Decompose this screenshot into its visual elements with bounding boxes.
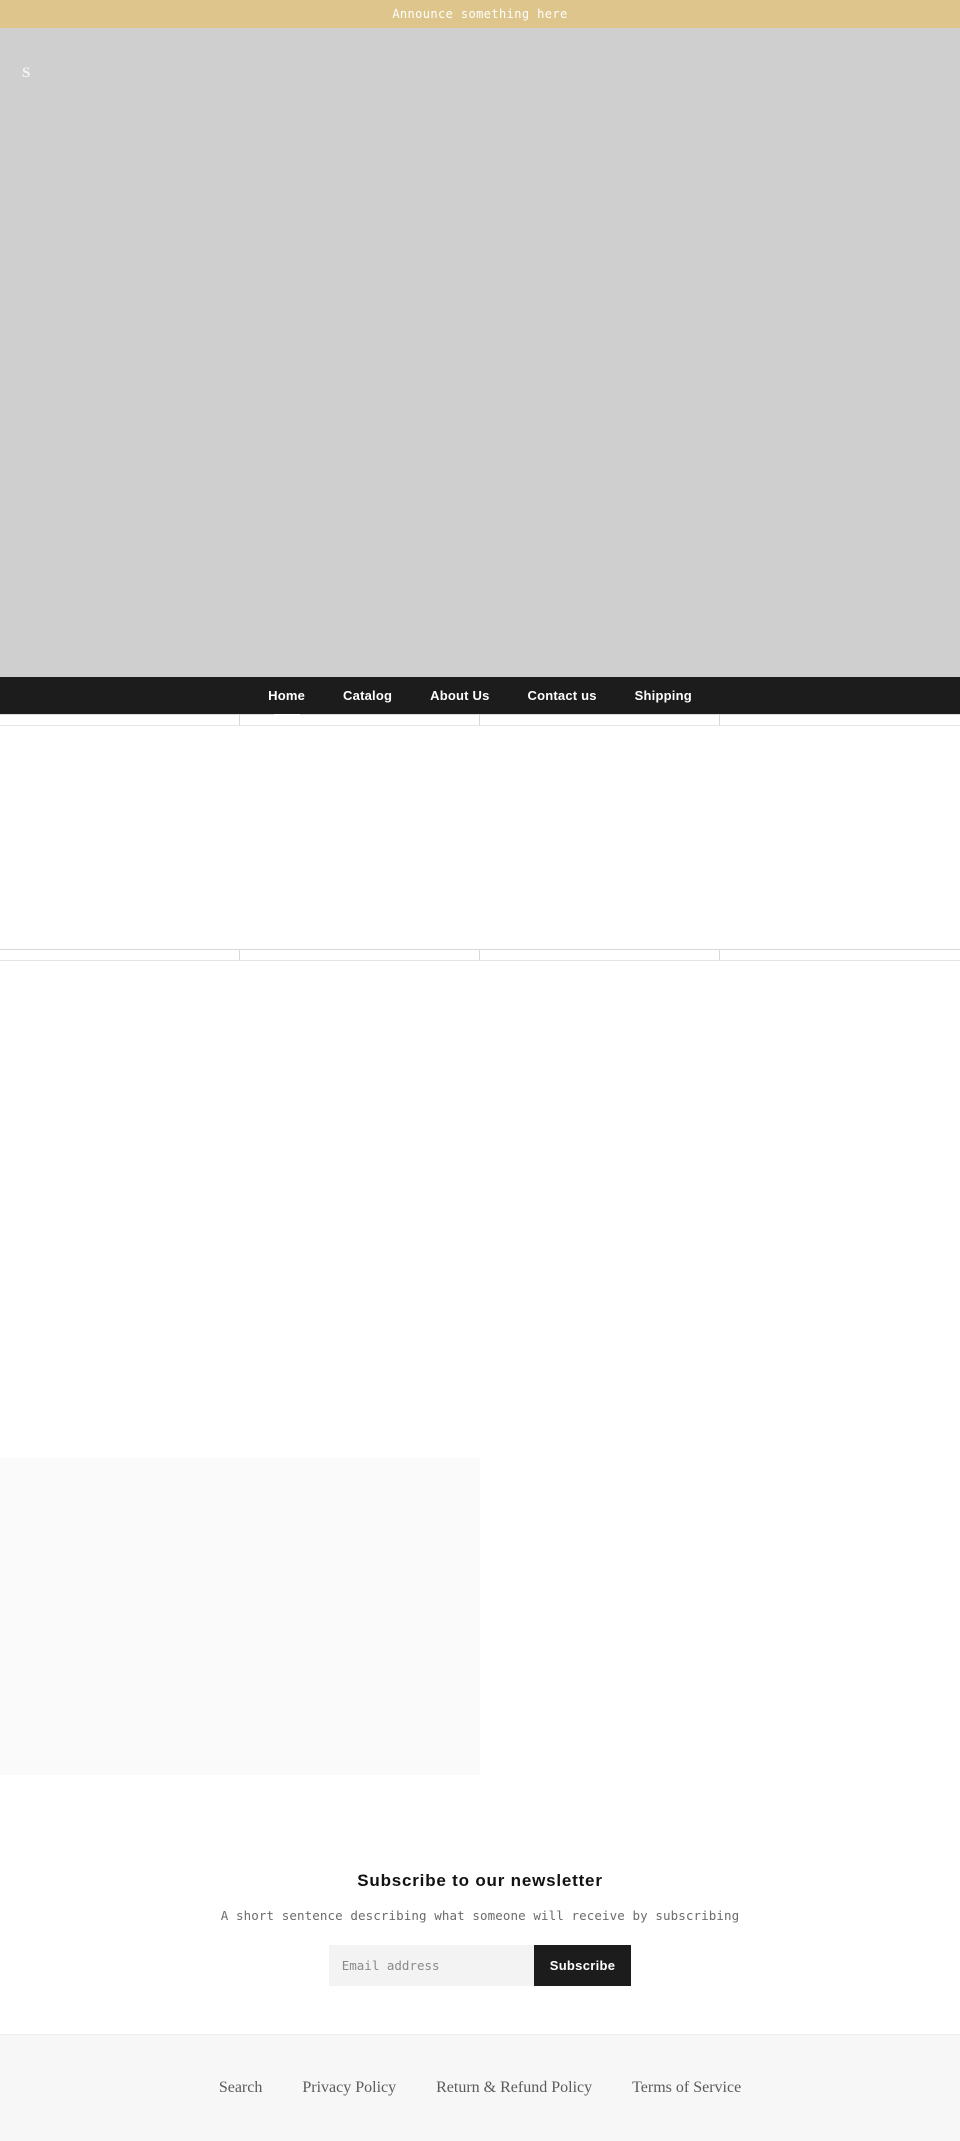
newsletter-form: Subscribe bbox=[0, 1945, 960, 1986]
newsletter-heading: Subscribe to our newsletter bbox=[357, 1871, 603, 1890]
feature-image-block bbox=[0, 1458, 480, 1775]
site-footer: Search Privacy Policy Return & Refund Po… bbox=[0, 2034, 960, 2141]
footer-link-return-refund-policy[interactable]: Return & Refund Policy bbox=[416, 2079, 612, 2097]
footer-link-terms-of-service[interactable]: Terms of Service bbox=[612, 2079, 761, 2097]
announcement-bar: Announce something here bbox=[0, 0, 960, 28]
footer-link-search[interactable]: Search bbox=[199, 2079, 283, 2097]
product-card[interactable] bbox=[0, 715, 240, 725]
product-card[interactable] bbox=[0, 950, 240, 960]
newsletter-description: A short sentence describing what someone… bbox=[220, 1908, 740, 1923]
product-card[interactable] bbox=[480, 715, 720, 725]
nav-links: Home Catalog About Us Contact us Shippin… bbox=[249, 677, 711, 714]
product-card[interactable] bbox=[720, 950, 960, 960]
main-navigation: Home Catalog About Us Contact us Shippin… bbox=[0, 677, 960, 714]
email-input[interactable] bbox=[328, 1945, 534, 1986]
newsletter-section: Subscribe to our newsletter A short sent… bbox=[0, 1829, 960, 2034]
nav-item-about-us[interactable]: About Us bbox=[411, 677, 508, 714]
collection-grid-top bbox=[0, 714, 960, 726]
feature-spacer bbox=[0, 1775, 960, 1829]
nav-item-shipping[interactable]: Shipping bbox=[616, 677, 711, 714]
store-logo[interactable]: S bbox=[22, 66, 30, 81]
announcement-text: Announce something here bbox=[392, 7, 568, 21]
collection-grid-top-body bbox=[0, 726, 960, 949]
nav-item-contact-us[interactable]: Contact us bbox=[509, 677, 616, 714]
product-card[interactable] bbox=[240, 950, 480, 960]
hero-banner: S bbox=[0, 28, 960, 677]
subscribe-button[interactable]: Subscribe bbox=[533, 1945, 632, 1986]
product-card[interactable] bbox=[480, 950, 720, 960]
nav-item-catalog[interactable]: Catalog bbox=[324, 677, 411, 714]
collection-grid-bottom-body bbox=[0, 961, 960, 1458]
footer-link-privacy-policy[interactable]: Privacy Policy bbox=[282, 2079, 416, 2097]
footer-links: Search Privacy Policy Return & Refund Po… bbox=[199, 2079, 761, 2097]
collection-grid-bottom bbox=[0, 949, 960, 961]
product-card[interactable] bbox=[720, 715, 960, 725]
nav-item-home[interactable]: Home bbox=[249, 677, 324, 714]
